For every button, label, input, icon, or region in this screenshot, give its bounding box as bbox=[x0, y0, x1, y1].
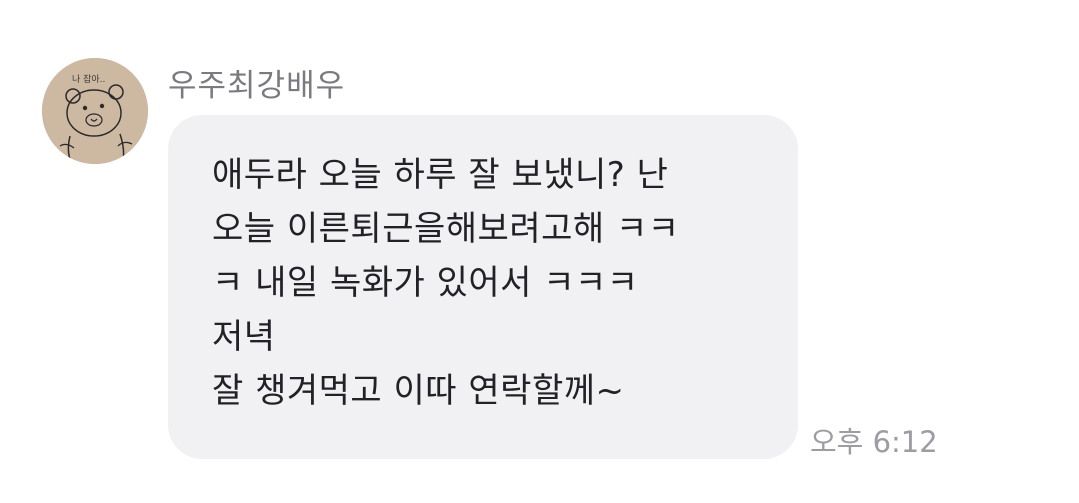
message-timestamp: 오후 6:12 bbox=[810, 425, 938, 459]
avatar-caption: 나 잡아.. bbox=[72, 73, 105, 85]
message-line: 잘 챙겨먹고 이따 연락할께~ bbox=[212, 371, 625, 411]
message-line: 애두라 오늘 하루 잘 보냈니? 난 bbox=[212, 155, 669, 195]
message-line: 저녁 bbox=[212, 317, 276, 357]
message-line: ㅋ 내일 녹화가 있어서 ㅋㅋㅋ bbox=[212, 263, 639, 303]
bear-drawing-icon: 나 잡아.. bbox=[42, 58, 148, 164]
avatar[interactable]: 나 잡아.. bbox=[42, 58, 148, 164]
message-bubble[interactable]: 애두라 오늘 하루 잘 보냈니? 난 오늘 이른퇴근을해보려고해 ㅋㅋ ㅋ 내일… bbox=[168, 115, 798, 459]
message-line: 오늘 이른퇴근을해보려고해 ㅋㅋ bbox=[212, 209, 680, 249]
sender-name: 우주최강배우 bbox=[168, 68, 346, 104]
